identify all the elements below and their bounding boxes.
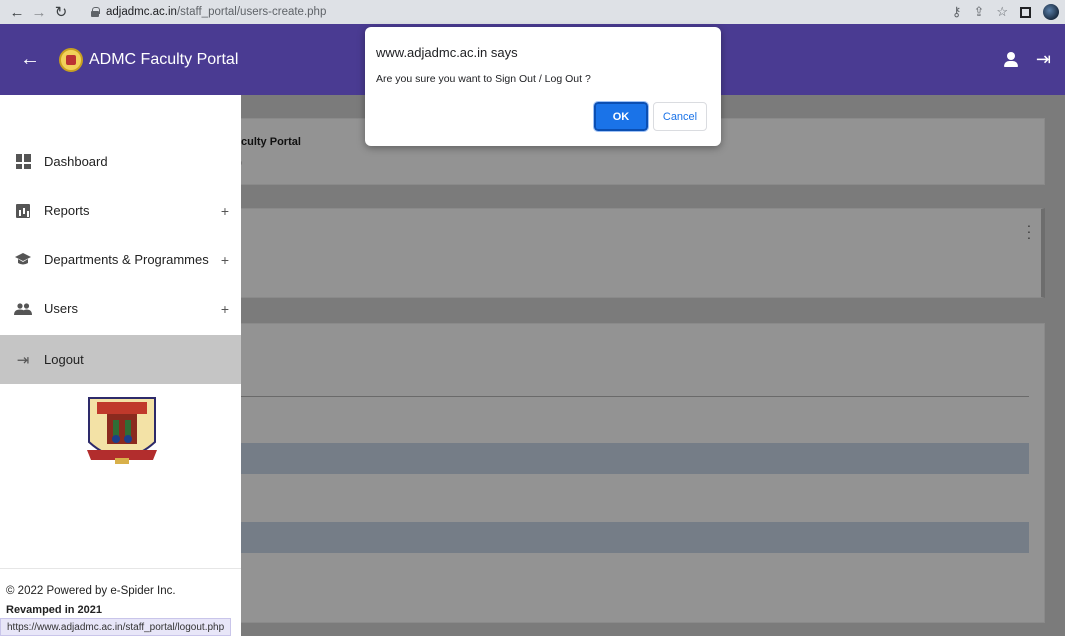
- url-host: adjadmc.ac.in: [106, 6, 177, 18]
- form-row-band: [240, 522, 1029, 553]
- forward-icon[interactable]: →: [28, 1, 50, 23]
- dashboard-icon: [14, 154, 32, 169]
- browser-actions: ⚷ ⇪ ☆: [952, 0, 1059, 24]
- people-icon: [14, 302, 32, 315]
- logout-icon: ⇥: [16, 351, 30, 369]
- reload-icon[interactable]: ↻: [50, 1, 72, 23]
- share-icon[interactable]: ⇪: [973, 4, 984, 20]
- sidebar-item-departments[interactable]: Departments & Programmes +: [0, 235, 241, 284]
- status-bar-url: https://www.adjadmc.ac.in/staff_portal/l…: [0, 618, 232, 636]
- bar-chart-icon: [14, 203, 32, 218]
- key-icon[interactable]: ⚷: [952, 4, 962, 20]
- sidebar-item-dashboard[interactable]: Dashboard: [0, 137, 241, 186]
- profile-avatar[interactable]: [1043, 4, 1059, 20]
- star-icon[interactable]: ☆: [996, 4, 1008, 20]
- back-icon[interactable]: ←: [6, 1, 28, 23]
- ok-button[interactable]: OK: [593, 101, 649, 132]
- divider: [240, 396, 1029, 397]
- college-emblem: [87, 397, 157, 464]
- school-icon: [14, 253, 32, 266]
- powered-by-text: © 2022 Powered by e-Spider Inc.: [6, 585, 176, 597]
- sidebar: Dashboard Reports + Departments & Progra…: [0, 95, 241, 636]
- breadcrumb-title: culty Portal: [241, 136, 301, 148]
- confirm-dialog: www.adjadmc.ac.in says Are you sure you …: [365, 27, 721, 146]
- sidepanel-icon[interactable]: [1020, 6, 1031, 18]
- logout-icon[interactable]: ⇥: [1036, 49, 1051, 70]
- expand-plus-icon[interactable]: +: [221, 252, 229, 268]
- user-icon[interactable]: [1003, 51, 1018, 68]
- app-header-brand: ← ADMC Faculty Portal: [0, 24, 241, 95]
- expand-plus-icon[interactable]: +: [221, 301, 229, 317]
- sidebar-item-label: Departments & Programmes: [44, 252, 209, 267]
- url-path: /staff_portal/users-create.php: [176, 6, 327, 18]
- dialog-message: Are you sure you want to Sign Out / Log …: [376, 73, 591, 85]
- sidebar-item-label: Dashboard: [44, 154, 108, 169]
- sidebar-item-users[interactable]: Users +: [0, 284, 241, 333]
- dialog-title: www.adjadmc.ac.in says: [376, 45, 518, 60]
- sidebar-item-label: Reports: [44, 203, 90, 218]
- browser-toolbar: ← → ↻ adjadmc.ac.in/staff_portal/users-c…: [0, 0, 1065, 24]
- sidebar-item-label: Logout: [44, 352, 84, 367]
- brand-title: ADMC Faculty Portal: [89, 50, 239, 68]
- expand-plus-icon[interactable]: +: [221, 203, 229, 219]
- address-bar[interactable]: adjadmc.ac.in/staff_portal/users-create.…: [90, 2, 740, 22]
- college-logo-icon: [59, 47, 83, 72]
- lock-icon: [90, 6, 100, 18]
- revamped-text: Revamped in 2021: [6, 604, 102, 616]
- arrow-left-icon[interactable]: ←: [20, 48, 40, 71]
- header-actions: ⇥: [1003, 24, 1051, 95]
- sidebar-item-label: Users: [44, 301, 78, 316]
- sidebar-item-logout[interactable]: ⇥ Logout: [0, 335, 241, 384]
- form-row-band: [240, 443, 1029, 474]
- content-card: [228, 208, 1045, 298]
- cancel-button[interactable]: Cancel: [653, 102, 707, 131]
- sidebar-item-reports[interactable]: Reports +: [0, 186, 241, 235]
- more-options-icon[interactable]: · · ·: [1026, 218, 1032, 244]
